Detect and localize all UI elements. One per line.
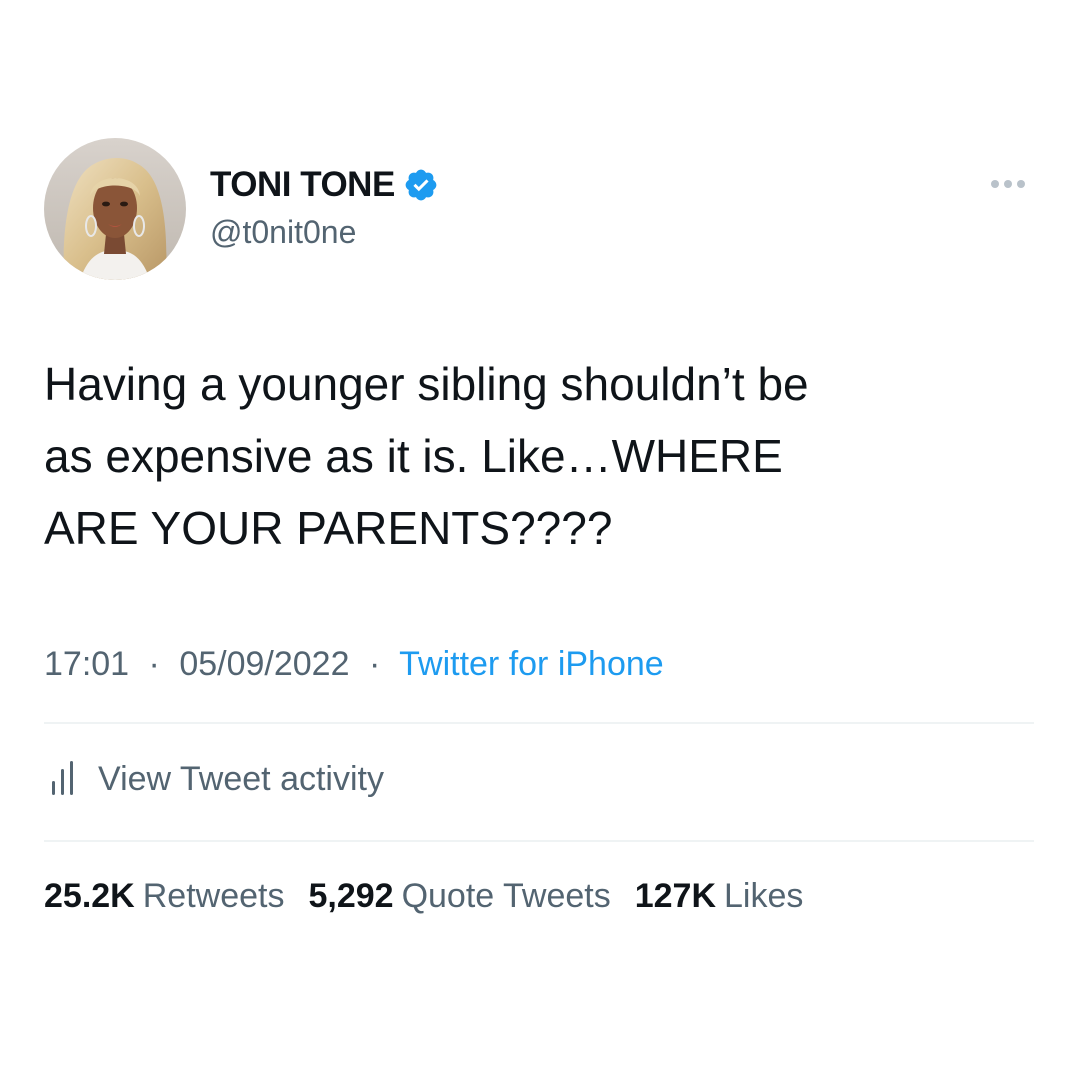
tweet-screenshot: TONI TONE @t0nit0ne Having a younger sib… <box>0 0 1080 1080</box>
tweet-header: TONI TONE @t0nit0ne <box>44 138 1036 282</box>
display-name-row: TONI TONE <box>210 164 439 206</box>
meta-separator: · <box>368 645 381 683</box>
tweet-text: Having a younger sibling shouldn’t be as… <box>44 358 809 554</box>
view-tweet-activity-label: View Tweet activity <box>98 760 384 798</box>
retweets-count: 25.2K <box>44 877 135 915</box>
tweet-meta: 17:01 · 05/09/2022 · Twitter for iPhone <box>44 640 664 688</box>
quote-tweets-stat[interactable]: 5,292 Quote Tweets <box>308 872 610 920</box>
retweets-label: Retweets <box>142 877 285 915</box>
verified-badge-icon <box>403 167 439 203</box>
tweet-source-link[interactable]: Twitter for iPhone <box>399 645 664 683</box>
retweets-stat[interactable]: 25.2K Retweets <box>44 872 284 920</box>
likes-label: Likes <box>724 877 804 915</box>
quote-tweets-label: Quote Tweets <box>401 877 611 915</box>
meta-separator: · <box>148 645 160 683</box>
quote-tweets-count: 5,292 <box>308 877 394 915</box>
tweet-stats: 25.2K Retweets 5,292 Quote Tweets 127K Like… <box>44 872 827 920</box>
tweet-time[interactable]: 17:01 <box>44 645 129 683</box>
avatar-image <box>44 138 186 280</box>
view-tweet-activity-button[interactable]: View Tweet activity <box>48 754 384 804</box>
likes-count: 127K <box>634 877 717 915</box>
tweet-date[interactable]: 05/09/2022 <box>179 645 349 683</box>
display-name[interactable]: TONI TONE <box>210 164 395 206</box>
author-name-block: TONI TONE @t0nit0ne <box>210 164 439 254</box>
likes-stat[interactable]: 127K Likes <box>635 872 804 920</box>
more-options-icon[interactable] <box>986 174 1030 194</box>
bar-chart-icon <box>48 759 78 799</box>
avatar[interactable] <box>44 138 186 280</box>
divider <box>44 722 1034 724</box>
author-handle[interactable]: @t0nit0ne <box>210 210 439 254</box>
divider <box>44 840 1034 842</box>
